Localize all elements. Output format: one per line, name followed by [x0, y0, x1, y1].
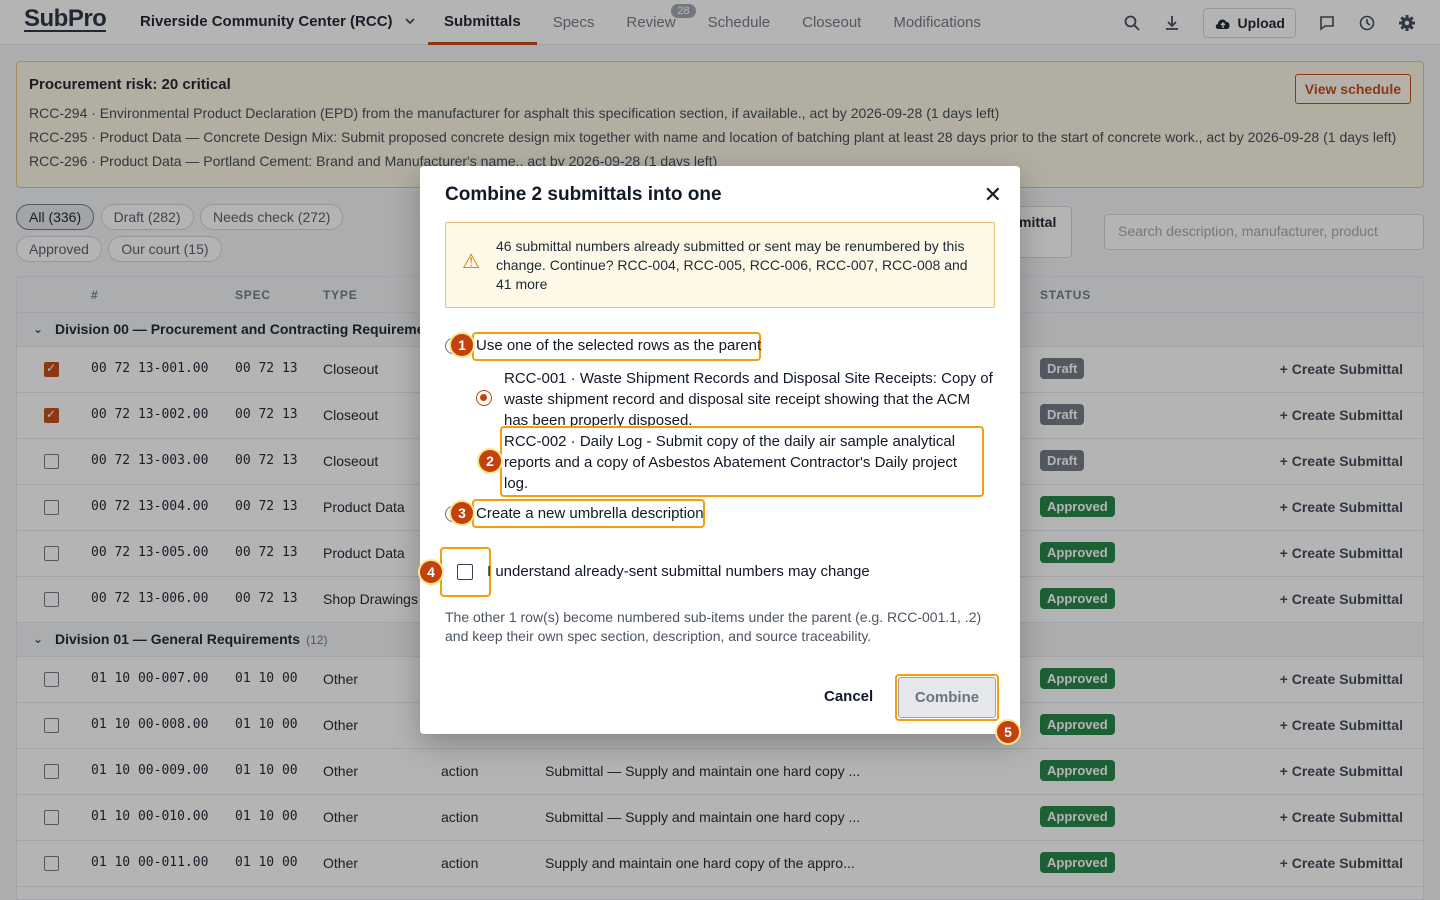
child-rcc-001-label[interactable]: RCC-001 · Waste Shipment Records and Dis…: [504, 368, 994, 431]
sub-items-note: The other 1 row(s) become numbered sub-i…: [445, 609, 982, 644]
close-icon[interactable]: ✕: [984, 182, 1002, 208]
warning-icon: ⚠: [462, 251, 480, 273]
combine-dialog: Combine 2 submittals into one ✕ ⚠ 46 sub…: [418, 166, 1021, 745]
step-marker: 5: [995, 719, 1021, 745]
combine-button[interactable]: Combine: [898, 677, 996, 718]
ack-checkbox[interactable]: [457, 564, 473, 580]
option-use-parent-label[interactable]: Use one of the selected rows as the pare…: [476, 337, 761, 354]
renumber-warning: ⚠ 46 submittal numbers already submitted…: [445, 222, 995, 308]
cancel-button[interactable]: Cancel: [824, 688, 873, 705]
step-marker: 3: [449, 500, 475, 526]
step-marker: 1: [449, 332, 475, 358]
option-new-umbrella-label[interactable]: Create a new umbrella description: [476, 505, 704, 522]
dialog-title: Combine 2 submittals into one: [445, 184, 722, 205]
radio-child-rcc-001[interactable]: [476, 390, 492, 406]
step-marker: 2: [477, 448, 503, 474]
step-marker: 4: [418, 559, 444, 585]
child-rcc-002-label[interactable]: RCC-002 · Daily Log - Submit copy of the…: [504, 431, 974, 494]
ack-label[interactable]: I understand already-sent submittal numb…: [487, 563, 870, 580]
